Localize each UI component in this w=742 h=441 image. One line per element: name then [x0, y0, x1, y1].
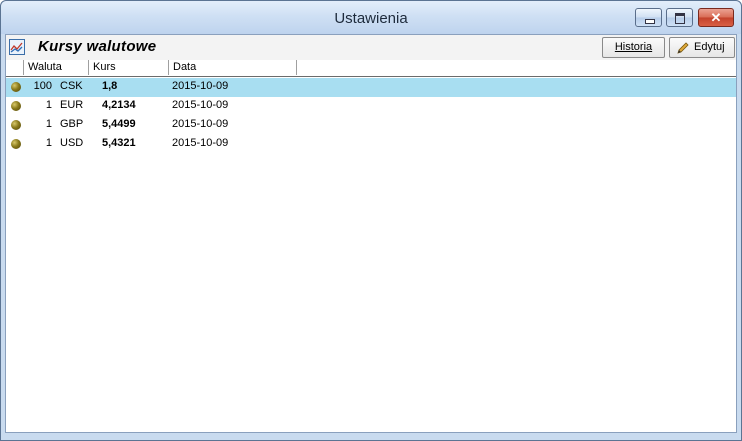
- header-status[interactable]: [6, 60, 24, 75]
- cell-rate: 1,8: [102, 80, 118, 92]
- cell-rate: 4,2134: [102, 99, 136, 111]
- toolbar: Kursy walutowe Historia Edytuj: [6, 35, 736, 61]
- cell-units: 1: [45, 118, 52, 130]
- cell-date: 2015-10-09: [172, 80, 229, 92]
- edytuj-button[interactable]: Edytuj: [669, 37, 735, 58]
- header-waluta[interactable]: Waluta: [24, 60, 89, 75]
- header-kurs[interactable]: Kurs: [89, 60, 169, 75]
- status-dot-icon: [11, 82, 21, 92]
- chart-icon: [9, 39, 25, 55]
- cell-rate: 5,4499: [102, 118, 136, 130]
- table-row[interactable]: 100 CSK 1,8 2015-10-09: [6, 78, 736, 97]
- close-icon: ✕: [710, 10, 722, 25]
- settings-window: Ustawienia ✕ Kursy walutowe Historia Edy…: [0, 0, 742, 441]
- minimize-icon: [645, 19, 655, 24]
- cell-units: 1: [45, 99, 52, 111]
- cell-code: CSK: [60, 80, 83, 92]
- cell-rate: 5,4321: [102, 137, 136, 149]
- cell-date: 2015-10-09: [172, 118, 229, 130]
- close-button[interactable]: ✕: [698, 8, 734, 27]
- cell-date: 2015-10-09: [172, 137, 229, 149]
- historia-button[interactable]: Historia: [602, 37, 665, 58]
- table-row[interactable]: 1 GBP 5,4499 2015-10-09: [6, 116, 736, 135]
- page-title: Kursy walutowe: [38, 38, 157, 55]
- cell-code: EUR: [60, 99, 84, 111]
- window-title: Ustawienia: [334, 10, 408, 27]
- table-row[interactable]: 1 USD 5,4321 2015-10-09: [6, 135, 736, 154]
- cell-code: USD: [60, 137, 84, 149]
- edytuj-label: Edytuj: [694, 41, 725, 53]
- table-header: Waluta Kurs Data: [6, 60, 736, 77]
- pencil-icon: [677, 42, 689, 54]
- maximize-button[interactable]: [666, 8, 693, 27]
- table-row[interactable]: 1 EUR 4,2134 2015-10-09: [6, 97, 736, 116]
- maximize-icon: [675, 13, 685, 24]
- cell-units: 100: [33, 80, 52, 92]
- cell-date: 2015-10-09: [172, 99, 229, 111]
- status-dot-icon: [11, 101, 21, 111]
- client-area: Kursy walutowe Historia Edytuj Waluta Ku…: [5, 34, 737, 433]
- minimize-button[interactable]: [635, 8, 662, 27]
- header-data[interactable]: Data: [169, 60, 297, 75]
- header-divider: [6, 76, 736, 77]
- status-dot-icon: [11, 139, 21, 149]
- title-bar[interactable]: Ustawienia ✕: [1, 1, 741, 34]
- cell-units: 1: [45, 137, 52, 149]
- cell-code: GBP: [60, 118, 84, 130]
- status-dot-icon: [11, 120, 21, 130]
